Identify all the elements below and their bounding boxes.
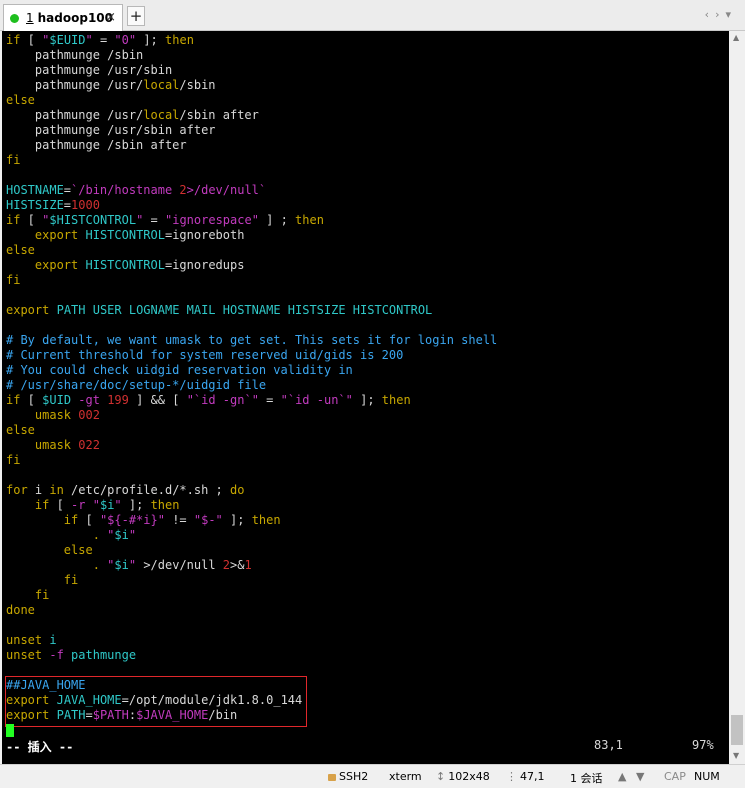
terminal-size-label: 102x48 <box>448 770 490 783</box>
tab-nav: ‹›▾ <box>705 8 737 21</box>
protocol-label: SSH2 <box>339 770 369 783</box>
session-count: 1 会话 <box>570 772 603 785</box>
scrollbar-thumb[interactable] <box>731 715 743 745</box>
close-icon[interactable]: × <box>105 10 116 25</box>
caps-lock-indicator: CAP <box>664 770 686 783</box>
tab-title: hadoop100 <box>37 11 113 25</box>
protocol-status: SSH2 <box>328 770 368 783</box>
add-tab-button[interactable]: + <box>127 6 145 26</box>
num-lock-indicator: NUM <box>694 770 720 783</box>
text-cursor <box>6 724 14 737</box>
lock-icon <box>328 774 336 781</box>
tab-bar: 1 hadoop100 × + ‹›▾ <box>0 0 745 31</box>
chevron-right-icon[interactable]: › <box>715 8 725 21</box>
scroll-down-icon[interactable]: ▼ <box>733 751 739 760</box>
terminal-type: xterm <box>389 770 422 783</box>
cursor-position-label: 47,1 <box>520 770 545 783</box>
chevron-down-icon[interactable]: ▾ <box>725 8 737 21</box>
tab-number: 1 <box>26 11 34 25</box>
arrow-down-icon[interactable]: ▼ <box>636 770 644 783</box>
connected-status-icon <box>10 13 19 23</box>
cursor-position-icon: ⋮ <box>506 770 517 783</box>
terminal-size: ↕ 102x48 <box>436 770 490 783</box>
tab-hadoop100[interactable]: 1 hadoop100 × <box>3 4 123 31</box>
vim-mode-indicator: -- 插入 -- <box>6 740 74 754</box>
terminal-text: if [ "$EUID" = "0" ]; then pathmunge /sb… <box>6 33 498 722</box>
highlight-box <box>5 676 307 727</box>
cursor-position: ⋮ 47,1 <box>506 770 545 783</box>
tab-label: 1 hadoop100 <box>26 11 113 25</box>
arrow-up-icon[interactable]: ▲ <box>618 770 626 783</box>
vim-cursor-position: 83,1 <box>594 738 623 752</box>
chevron-left-icon[interactable]: ‹ <box>705 8 715 21</box>
scroll-up-icon[interactable]: ▲ <box>733 33 739 42</box>
vim-scroll-percent: 97% <box>692 738 714 752</box>
terminal-scrollbar[interactable]: ▲ ▼ <box>729 31 745 764</box>
resize-icon: ↕ <box>436 770 446 783</box>
status-bar: SSH2 xterm ↕ 102x48 ⋮ 47,1 1 会话 ▲ ▼ CAP NU… <box>0 764 745 788</box>
terminal-screen[interactable]: if [ "$EUID" = "0" ]; then pathmunge /sb… <box>2 31 729 764</box>
